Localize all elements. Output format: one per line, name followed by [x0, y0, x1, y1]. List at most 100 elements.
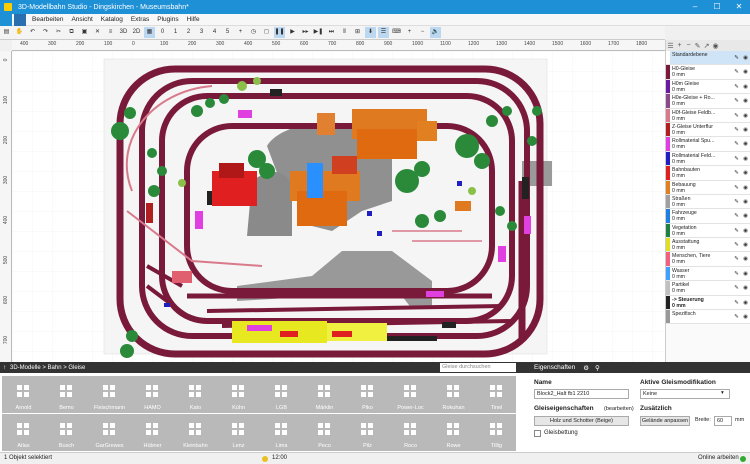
- layer-item[interactable]: Standardebene ✎ ◉: [666, 51, 750, 66]
- zoom-in-icon[interactable]: +: [404, 27, 415, 38]
- mod-select[interactable]: Keine: [640, 389, 730, 399]
- gear-icon[interactable]: ⚙: [583, 364, 589, 372]
- pin-icon[interactable]: ✎: [732, 137, 741, 150]
- library-tile[interactable]: HAMO: [131, 376, 174, 413]
- pin-icon[interactable]: ✎: [732, 181, 741, 194]
- library-tile[interactable]: Tillig: [475, 414, 518, 451]
- minimize-icon[interactable]: –: [684, 0, 706, 14]
- time-display[interactable]: 12:00: [272, 453, 287, 464]
- gelaende-button[interactable]: Gelände anpassen: [640, 416, 690, 426]
- library-tile[interactable]: Fleischmann: [88, 376, 131, 413]
- eye-icon[interactable]: ◉: [741, 80, 750, 93]
- paste-icon[interactable]: ▣: [79, 27, 90, 38]
- pin-icon[interactable]: ✎: [732, 209, 741, 222]
- layer-item[interactable]: Z-Gleise Unterflur 0 mm ✎ ◉: [666, 122, 750, 138]
- eye-icon[interactable]: ◉: [741, 152, 750, 165]
- library-tile[interactable]: Busch: [45, 414, 88, 451]
- pin-icon[interactable]: ✎: [732, 94, 741, 107]
- layer-item[interactable]: Rollmaterial Feld... 0 mm ✎ ◉: [666, 151, 750, 167]
- library-tile[interactable]: Peco: [303, 414, 346, 451]
- layer-item[interactable]: Wasser 0 mm ✎ ◉: [666, 266, 750, 282]
- library-tile[interactable]: Lima: [260, 414, 303, 451]
- gleis-edit-link[interactable]: (bearbeiten): [604, 406, 634, 412]
- pin-icon[interactable]: ✎: [732, 310, 741, 323]
- pin-icon[interactable]: ✎: [732, 65, 741, 78]
- library-tile[interactable]: Pilz: [346, 414, 389, 451]
- pin-icon[interactable]: ✎: [732, 195, 741, 208]
- layer-item[interactable]: H0e-Gleise + Ro... 0 mm ✎ ◉: [666, 94, 750, 109]
- eye-icon[interactable]: ◉: [741, 137, 750, 150]
- layer-item[interactable]: Spezifisch ✎ ◉: [666, 310, 750, 325]
- eye-icon[interactable]: ◉: [741, 123, 750, 136]
- menu-katalog[interactable]: Katalog: [97, 14, 127, 26]
- eye-icon[interactable]: ◉: [741, 209, 750, 222]
- zoom-out-icon[interactable]: −: [417, 27, 428, 38]
- library-tile[interactable]: Rowe: [432, 414, 475, 451]
- up-arrow-icon[interactable]: ↑: [3, 365, 6, 371]
- tree-icon[interactable]: ⚲: [595, 364, 600, 372]
- view-3d-button[interactable]: 3D: [118, 27, 129, 38]
- menu-ansicht[interactable]: Ansicht: [67, 14, 96, 26]
- cut-icon[interactable]: ✂: [53, 27, 64, 38]
- library-tile[interactable]: Power-Loc: [389, 376, 432, 413]
- chevron-down-icon[interactable]: ▾: [721, 390, 724, 396]
- eye-icon[interactable]: ◉: [741, 252, 750, 265]
- library-tile[interactable]: Piko: [346, 376, 389, 413]
- eye-icon[interactable]: ◉: [741, 238, 750, 251]
- online-status[interactable]: Online arbeiten: [698, 453, 739, 464]
- eye-icon[interactable]: ◉: [741, 296, 750, 309]
- layer-visible-icon[interactable]: ◉: [711, 42, 720, 50]
- pin-icon[interactable]: ✎: [732, 267, 741, 280]
- eye-icon[interactable]: ◉: [741, 94, 750, 107]
- eye-icon[interactable]: ◉: [741, 109, 750, 122]
- pin-icon[interactable]: ✎: [732, 80, 741, 93]
- eye-icon[interactable]: ◉: [741, 224, 750, 237]
- menu-hilfe[interactable]: Hilfe: [183, 14, 204, 26]
- copy-icon[interactable]: ⧉: [66, 27, 77, 38]
- layer-item[interactable]: Menschen, Tiere 0 mm ✎ ◉: [666, 252, 750, 267]
- layer-item[interactable]: Rollmaterial Spu... 0 mm ✎ ◉: [666, 137, 750, 152]
- layer-item[interactable]: H0m Gleise 0 mm ✎ ◉: [666, 79, 750, 95]
- speaker-icon[interactable]: 🔈: [430, 27, 441, 38]
- eye-icon[interactable]: ◉: [741, 281, 750, 294]
- skip-end-icon[interactable]: ⏭: [326, 27, 337, 38]
- menu-plugins[interactable]: Plugins: [153, 14, 182, 26]
- eye-icon[interactable]: ◉: [741, 195, 750, 208]
- holz-button[interactable]: Holz und Schotter (Beige): [534, 416, 629, 426]
- library-tile[interactable]: Kleinbahn: [174, 414, 217, 451]
- menu-bearbeiten[interactable]: Bearbeiten: [28, 14, 67, 26]
- pin-icon[interactable]: ✎: [732, 51, 741, 64]
- library-tile[interactable]: GarGrewes: [88, 414, 131, 451]
- layers-toggle-icon[interactable]: ☰: [378, 27, 389, 38]
- pause-icon[interactable]: ❚❚: [274, 27, 285, 38]
- layer-menu-icon[interactable]: ☰: [666, 42, 675, 50]
- fast-forward-icon[interactable]: ▸▸: [300, 27, 311, 38]
- view-2d-button[interactable]: 2D: [131, 27, 142, 38]
- eye-icon[interactable]: ◉: [741, 51, 750, 64]
- library-tile[interactable]: Lenz: [217, 414, 260, 451]
- eye-icon[interactable]: ◉: [741, 166, 750, 179]
- pin-icon[interactable]: ✎: [732, 224, 741, 237]
- app-menu-button[interactable]: [0, 13, 12, 26]
- library-tile[interactable]: LGB: [260, 376, 303, 413]
- breite-field[interactable]: 60: [714, 416, 732, 426]
- camera-0-button[interactable]: 0: [157, 27, 168, 38]
- maximize-icon[interactable]: ☐: [706, 0, 728, 14]
- library-tile[interactable]: Märklin: [303, 376, 346, 413]
- layer-item[interactable]: Vegetation 0 mm ✎ ◉: [666, 223, 750, 239]
- camera-add-icon[interactable]: +: [235, 27, 246, 38]
- layer-item[interactable]: Partikel 0 mm ✎ ◉: [666, 281, 750, 296]
- layer-add-icon[interactable]: +: [675, 42, 684, 49]
- save-icon[interactable]: ▤: [1, 27, 12, 38]
- pin-icon[interactable]: ✎: [732, 109, 741, 122]
- eye-icon[interactable]: ◉: [741, 65, 750, 78]
- keyboard-icon[interactable]: ⌨: [391, 27, 402, 38]
- name-field[interactable]: Block2_Halt fb1 2210: [534, 389, 629, 399]
- delete-icon[interactable]: ✕: [92, 27, 103, 38]
- library-tile[interactable]: Kato: [174, 376, 217, 413]
- redo-icon[interactable]: ↷: [40, 27, 51, 38]
- play-icon[interactable]: ▶: [287, 27, 298, 38]
- layer-item[interactable]: -> Steuerung 0 mm ✎ ◉: [666, 295, 750, 311]
- sun-icon[interactable]: [262, 456, 268, 462]
- eye-icon[interactable]: ◉: [741, 267, 750, 280]
